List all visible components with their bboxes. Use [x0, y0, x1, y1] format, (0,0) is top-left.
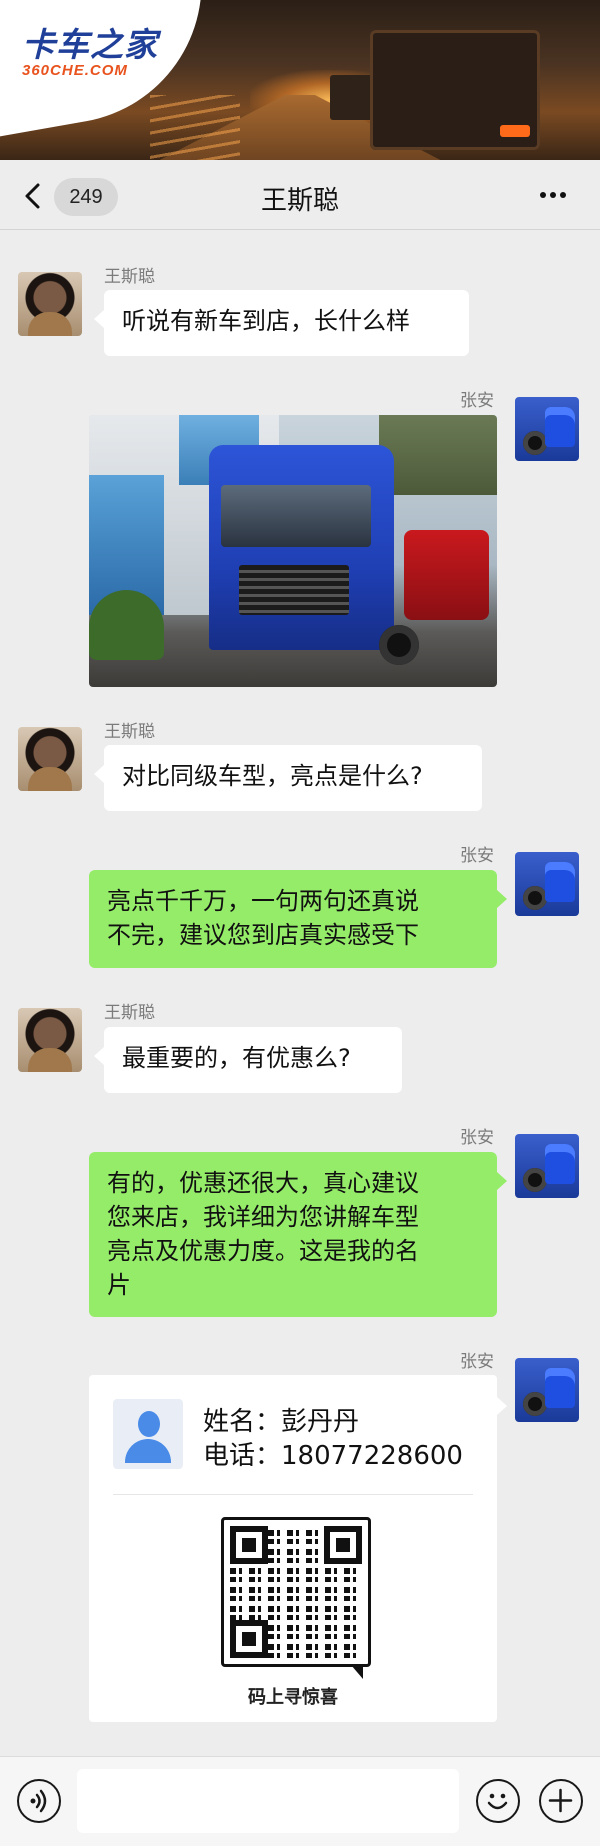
sender-name: 王斯聪: [104, 722, 155, 742]
message-text: 最重要的，有优惠么?: [122, 1044, 351, 1072]
message-bubble-left[interactable]: 听说有新车到店，长什么样: [94, 290, 469, 356]
avatar-wang[interactable]: [18, 727, 82, 791]
qr-caption: 码上寻惊喜: [248, 1687, 338, 1708]
message-line: 不完，建议您到店真实感受下: [107, 921, 419, 949]
chat-header: 249 王斯聪: [0, 162, 600, 230]
message-line: 有的，优惠还很大，真心建议: [107, 1169, 419, 1197]
emoji-icon[interactable]: [476, 1779, 520, 1823]
message-bubble-left[interactable]: 对比同级车型，亮点是什么?: [94, 745, 482, 811]
message-bubble-right[interactable]: 亮点千千万，一句两句还真说 不完，建议您到店真实感受下: [89, 870, 507, 968]
more-dots-icon[interactable]: [538, 184, 572, 208]
banner-image: 卡车之家 360CHE.COM: [0, 0, 600, 160]
avatar-zhang[interactable]: [515, 1358, 579, 1422]
sender-name: 王斯聪: [104, 267, 155, 287]
sender-name: 张安: [460, 1352, 494, 1372]
chat-title: 王斯聪: [260, 186, 339, 216]
qr-code-icon[interactable]: [221, 1517, 371, 1667]
person-icon: [113, 1399, 183, 1469]
business-card[interactable]: 姓名：彭丹丹 电话：18077228600 码上寻惊喜: [89, 1375, 507, 1722]
message-line: 片: [107, 1271, 131, 1299]
avatar-wang[interactable]: [18, 1008, 82, 1072]
truck-photo[interactable]: [89, 415, 497, 687]
message-input[interactable]: [77, 1769, 459, 1833]
sender-name: 王斯聪: [104, 1003, 155, 1023]
avatar-zhang[interactable]: [515, 1134, 579, 1198]
site-logo[interactable]: 卡车之家 360CHE.COM: [22, 18, 172, 79]
message-bubble-right[interactable]: 有的，优惠还很大，真心建议 您来店，我详细为您讲解车型 亮点及优惠力度。这是我的…: [89, 1152, 507, 1317]
qr-tail-shape: [351, 1665, 363, 1679]
avatar-zhang[interactable]: [515, 397, 579, 461]
sender-name: 张安: [460, 1128, 494, 1148]
sender-name: 张安: [460, 846, 494, 866]
avatar-zhang[interactable]: [515, 852, 579, 916]
sender-name: 张安: [460, 391, 494, 411]
message-line: 亮点及优惠力度。这是我的名: [107, 1237, 419, 1265]
logo-cn-text: 卡车之家: [22, 25, 158, 64]
plus-icon[interactable]: [539, 1779, 583, 1823]
message-line: 您来店，我详细为您讲解车型: [107, 1203, 419, 1231]
card-name: 姓名：彭丹丹: [203, 1407, 360, 1437]
message-line: 亮点千千万，一句两句还真说: [107, 887, 419, 915]
avatar-wang[interactable]: [18, 272, 82, 336]
voice-icon[interactable]: [17, 1779, 61, 1823]
card-phone[interactable]: 电话：18077228600: [203, 1435, 483, 1472]
card-divider: [113, 1494, 473, 1495]
message-bubble-left[interactable]: 最重要的，有优惠么?: [94, 1027, 402, 1093]
input-bar: [0, 1756, 600, 1846]
message-text: 听说有新车到店，长什么样: [122, 307, 410, 335]
message-text: 对比同级车型，亮点是什么?: [122, 762, 423, 790]
